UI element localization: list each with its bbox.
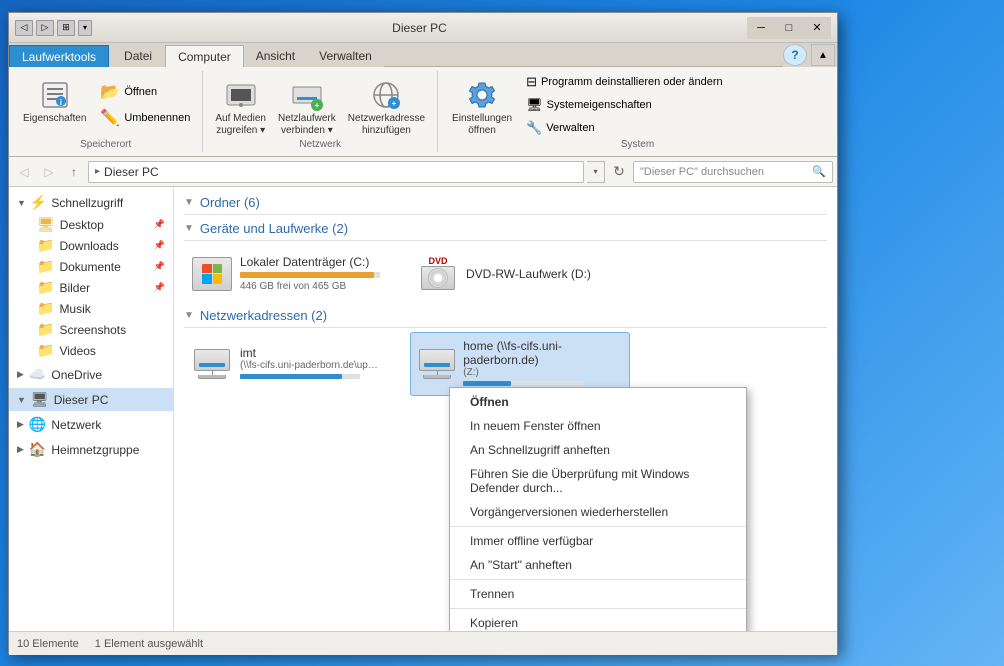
medien-button[interactable]: Auf Medienzugreifen ▾	[211, 75, 270, 139]
nav-up-button[interactable]: ↑	[63, 161, 85, 183]
network-imt-name: imt	[240, 346, 380, 360]
einstellungen-label: Einstellungenöffnen	[452, 113, 512, 137]
nav-forward-button[interactable]: ▷	[38, 161, 60, 183]
drive-c-size: 446 GB frei von 465 GB	[240, 281, 396, 292]
context-menu-item-vorgaenger[interactable]: Vorgängerversionen wiederherstellen	[450, 500, 746, 524]
context-menu-separator-2	[450, 579, 746, 580]
network-item-imt[interactable]: imt (\\fs-cifs.uni-paderborn.de\upb\...	[184, 332, 404, 396]
address-dropdown-button[interactable]: ▾	[587, 161, 605, 183]
svg-text:+: +	[315, 101, 320, 110]
qa-properties-icon[interactable]: ⊞	[57, 20, 75, 36]
sidebar-item-videos[interactable]: 📁 Videos	[9, 340, 173, 361]
help-button[interactable]: ?	[783, 44, 807, 66]
section-ordner-title: Ordner (6)	[200, 195, 260, 210]
sidebar-item-screenshots[interactable]: 📁 Screenshots	[9, 319, 173, 340]
ribbon-collapse-button[interactable]: ▲	[811, 44, 835, 66]
section-netzwerk-header[interactable]: ▼ Netzwerkadressen (2)	[184, 306, 827, 325]
sidebar-item-musik[interactable]: 📁 Musik	[9, 298, 173, 319]
section-netzwerk-title: Netzwerkadressen (2)	[200, 308, 327, 323]
svg-text:+: +	[392, 99, 397, 108]
drive-item-d[interactable]: DVD DVD-RW-Laufwerk (D:)	[410, 249, 630, 298]
context-menu: Öffnen In neuem Fenster öffnen An Schnel…	[449, 387, 747, 631]
context-menu-item-kopieren[interactable]: Kopieren	[450, 611, 746, 631]
search-icon: 🔍	[812, 165, 826, 178]
address-bar: ◁ ▷ ↑ ▸ Dieser PC ▾ ↻ "Dieser PC" durchs…	[9, 157, 837, 187]
medien-label: Auf Medienzugreifen ▾	[215, 113, 266, 137]
context-menu-item-oeffnen[interactable]: Öffnen	[450, 390, 746, 414]
section-ordner: ▼ Ordner (6)	[184, 193, 827, 215]
status-bar: 10 Elemente 1 Element ausgewählt	[9, 631, 837, 655]
ribbon-content: i Eigenschaften 📂 Öffnen ✏️ Umbenennen	[9, 67, 837, 157]
drive-d-name: DVD-RW-Laufwerk (D:)	[466, 267, 591, 281]
eigenschaften-label: Eigenschaften	[23, 113, 86, 124]
sidebar-item-dokumente[interactable]: 📁 Dokumente 📌	[9, 256, 173, 277]
sidebar-item-desktop[interactable]: 🖥 Desktop 📌	[9, 214, 173, 235]
context-menu-item-trennen[interactable]: Trennen	[450, 582, 746, 606]
netzlaufwerk-button[interactable]: + Netzlaufwerkverbinden ▾	[274, 75, 340, 139]
context-menu-separator-3	[450, 608, 746, 609]
refresh-button[interactable]: ↻	[608, 161, 630, 183]
ribbon-tabs: Laufwerktools Datei Computer Ansicht Ver…	[9, 43, 837, 67]
verwalten-ribbon-button[interactable]: 🔧 Verwalten	[522, 118, 727, 138]
section-geraete-title: Geräte und Laufwerke (2)	[200, 221, 348, 236]
drive-c-name: Lokaler Datenträger (C:)	[240, 255, 396, 269]
netzadresse-button[interactable]: + Netzwerkadressehinzufügen	[344, 75, 429, 139]
section-geraete: ▼ Geräte und Laufwerke (2)	[184, 219, 827, 302]
umbenennen-button[interactable]: ✏️ Umbenennen	[96, 106, 194, 130]
content-area: ▼ Ordner (6) ▼ Geräte und Laufwerke (2)	[174, 187, 837, 631]
context-menu-item-defender[interactable]: Führen Sie die Überprüfung mit Windows D…	[450, 462, 746, 500]
ribbon-group-netzwerk: Auf Medienzugreifen ▾ + Netzlaufwerkverb…	[203, 71, 438, 152]
sidebar-section-schnellzugriff[interactable]: ▼ ⚡ Schnellzugriff	[9, 191, 173, 214]
context-menu-item-offline[interactable]: Immer offline verfügbar	[450, 529, 746, 553]
oeffnen-button[interactable]: 📂 Öffnen	[96, 80, 194, 104]
search-placeholder: "Dieser PC" durchsuchen	[640, 166, 808, 178]
status-item-count: 10 Elemente	[17, 638, 79, 650]
drive-item-c[interactable]: Lokaler Datenträger (C:) 446 GB frei von…	[184, 249, 404, 298]
qa-forward-icon[interactable]: ▷	[36, 20, 54, 36]
sidebar-item-dieserpc[interactable]: ▼ 🖥 Dieser PC	[9, 388, 173, 411]
deinstallieren-button[interactable]: ⊟ Programm deinstallieren oder ändern	[522, 72, 727, 92]
ribbon-group-system: Einstellungenöffnen ⊟ Programm deinstall…	[438, 71, 837, 152]
minimize-button[interactable]: ─	[747, 17, 775, 39]
qa-back-icon[interactable]: ◁	[15, 20, 33, 36]
section-ordner-header[interactable]: ▼ Ordner (6)	[184, 193, 827, 212]
section-geraete-header[interactable]: ▼ Geräte und Laufwerke (2)	[184, 219, 827, 238]
sidebar-item-netzwerk[interactable]: ▶ 🌐 Netzwerk	[9, 413, 173, 436]
einstellungen-button[interactable]: Einstellungenöffnen	[446, 75, 518, 139]
tab-ansicht[interactable]: Ansicht	[244, 45, 307, 67]
nav-back-button[interactable]: ◁	[13, 161, 35, 183]
sidebar: ▼ ⚡ Schnellzugriff 🖥 Desktop 📌 📁 Downloa…	[9, 187, 174, 631]
system-label: System	[446, 139, 829, 152]
context-menu-item-start[interactable]: An "Start" anheften	[450, 553, 746, 577]
sidebar-item-bilder[interactable]: 📁 Bilder 📌	[9, 277, 173, 298]
title-bar: ◁ ▷ ⊞ ▾ Dieser PC ─ □ ✕	[9, 13, 837, 43]
network-home-name: home (\\fs-cifs.uni-paderborn.de)	[463, 339, 621, 367]
tab-verwalten[interactable]: Verwalten	[307, 45, 384, 67]
systemeigenschaften-button[interactable]: 🖥 Systemeigenschaften	[522, 95, 727, 115]
breadcrumb[interactable]: ▸ Dieser PC	[88, 161, 584, 183]
tab-laufwerktools[interactable]: Laufwerktools	[9, 45, 109, 67]
context-menu-item-neuesfenster[interactable]: In neuem Fenster öffnen	[450, 414, 746, 438]
netzadresse-label: Netzwerkadressehinzufügen	[348, 113, 425, 137]
context-menu-item-schnellzugriff[interactable]: An Schnellzugriff anheften	[450, 438, 746, 462]
window-title: Dieser PC	[96, 21, 743, 35]
speicherort-label: Speicherort	[17, 139, 194, 152]
eigenschaften-button[interactable]: i Eigenschaften	[17, 75, 92, 126]
ribbon-group-speicherort: i Eigenschaften 📂 Öffnen ✏️ Umbenennen	[9, 71, 203, 152]
tab-datei[interactable]: Datei	[111, 45, 165, 67]
section-netzwerk: ▼ Netzwerkadressen (2)	[184, 306, 827, 396]
status-selected-count: 1 Element ausgewählt	[95, 638, 203, 650]
netzwerk-label: Netzwerk	[211, 139, 429, 152]
search-box[interactable]: "Dieser PC" durchsuchen 🔍	[633, 161, 833, 183]
context-menu-separator-1	[450, 526, 746, 527]
sidebar-item-onedrive[interactable]: ▶ ☁️ OneDrive	[9, 363, 173, 386]
tab-computer[interactable]: Computer	[165, 45, 244, 67]
qa-dropdown-icon[interactable]: ▾	[78, 20, 92, 36]
sidebar-item-heimnetzgruppe[interactable]: ▶ 🏠 Heimnetzgruppe	[9, 438, 173, 461]
svg-text:i: i	[60, 98, 62, 107]
sidebar-item-downloads[interactable]: 📁 Downloads 📌	[9, 235, 173, 256]
maximize-button[interactable]: □	[775, 17, 803, 39]
netzlaufwerk-label: Netzlaufwerkverbinden ▾	[278, 113, 336, 137]
close-button[interactable]: ✕	[803, 17, 831, 39]
